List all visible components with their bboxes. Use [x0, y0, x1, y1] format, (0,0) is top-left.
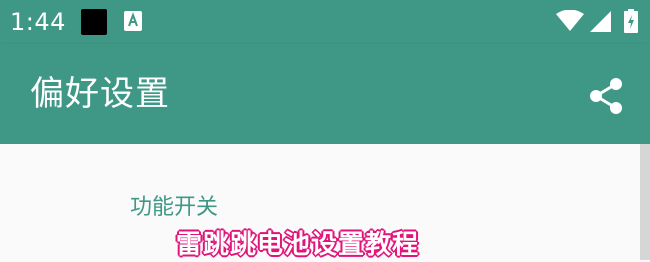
battery-icon — [624, 9, 638, 33]
black-square-icon — [81, 9, 107, 35]
scrollbar[interactable] — [640, 144, 650, 260]
keyboard-a-icon — [124, 11, 142, 31]
wifi-icon — [556, 10, 584, 31]
overlay-caption: 雷跳跳电池设置教程 — [176, 230, 420, 260]
status-bar: 1:44 — [0, 0, 650, 44]
status-time: 1:44 — [10, 8, 66, 36]
share-button[interactable] — [580, 70, 632, 122]
page-title: 偏好设置 — [30, 74, 170, 114]
section-header: 功能开关 — [130, 195, 219, 220]
app-bar: 偏好设置 — [0, 44, 650, 144]
share-icon — [590, 78, 622, 114]
signal-icon — [590, 11, 611, 32]
